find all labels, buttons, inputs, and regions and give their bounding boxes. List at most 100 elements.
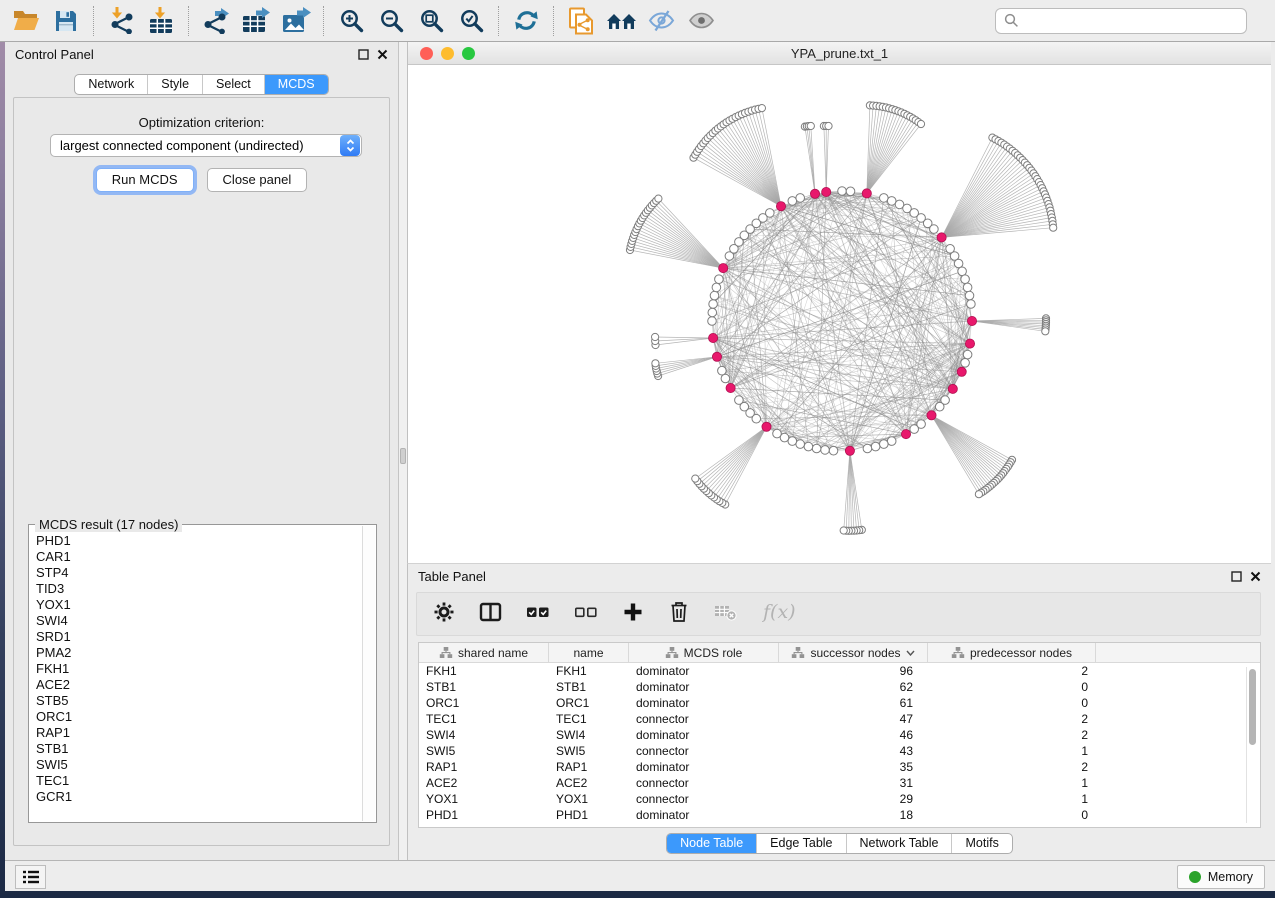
tab-network-table[interactable]: Network Table bbox=[846, 834, 952, 853]
mcds-result-item[interactable]: ACE2 bbox=[30, 677, 361, 693]
show-columns-button[interactable] bbox=[479, 601, 502, 628]
table-scrollbar[interactable] bbox=[1246, 667, 1257, 823]
minimize-window-icon[interactable] bbox=[441, 47, 454, 60]
dominator-node[interactable] bbox=[957, 367, 966, 376]
dominator-node[interactable] bbox=[712, 352, 721, 361]
mcds-result-item[interactable]: YOX1 bbox=[30, 597, 361, 613]
run-mcds-button[interactable]: Run MCDS bbox=[96, 168, 194, 192]
dominator-node[interactable] bbox=[927, 411, 936, 420]
refresh-button[interactable] bbox=[506, 3, 546, 39]
clone-network-button[interactable] bbox=[561, 3, 601, 39]
column-header-name[interactable]: name bbox=[549, 643, 629, 662]
dominator-node[interactable] bbox=[901, 430, 910, 439]
dominator-node[interactable] bbox=[810, 189, 819, 198]
float-panel-icon[interactable] bbox=[1231, 571, 1242, 582]
dominator-node[interactable] bbox=[845, 446, 854, 455]
memory-button[interactable]: Memory bbox=[1177, 865, 1265, 889]
splitter-handle[interactable] bbox=[400, 448, 406, 464]
dominator-node[interactable] bbox=[776, 202, 785, 211]
export-network-button[interactable] bbox=[196, 3, 236, 39]
table-row[interactable]: YOX1YOX1connector291 bbox=[419, 791, 1260, 807]
close-panel-button[interactable]: Close panel bbox=[207, 168, 308, 192]
vertical-splitter[interactable] bbox=[399, 42, 407, 860]
table-row[interactable]: FKH1FKH1dominator962 bbox=[419, 663, 1260, 679]
table-row[interactable]: SWI5SWI5connector431 bbox=[419, 743, 1260, 759]
first-neighbors-button[interactable] bbox=[601, 3, 641, 39]
tab-select[interactable]: Select bbox=[202, 75, 264, 94]
tab-edge-table[interactable]: Edge Table bbox=[756, 834, 845, 853]
dominator-node[interactable] bbox=[948, 384, 957, 393]
task-history-button[interactable] bbox=[15, 865, 46, 889]
tab-node-table[interactable]: Node Table bbox=[667, 834, 756, 853]
mcds-result-item[interactable]: ORC1 bbox=[30, 709, 361, 725]
close-panel-icon[interactable] bbox=[1250, 571, 1261, 582]
column-header-predecessor-nodes[interactable]: predecessor nodes bbox=[928, 643, 1096, 662]
mcds-result-item[interactable]: GCR1 bbox=[30, 789, 361, 805]
zoom-selected-button[interactable] bbox=[451, 3, 491, 39]
import-table-button[interactable] bbox=[141, 3, 181, 39]
mcds-result-item[interactable]: SRD1 bbox=[30, 629, 361, 645]
mcds-result-item[interactable]: SWI4 bbox=[30, 613, 361, 629]
mcds-result-item[interactable]: SWI5 bbox=[30, 757, 361, 773]
dominator-node[interactable] bbox=[937, 233, 946, 242]
dominator-node[interactable] bbox=[822, 187, 831, 196]
tab-mcds[interactable]: MCDS bbox=[264, 75, 328, 94]
select-all-rows-button[interactable] bbox=[526, 601, 550, 628]
table-row[interactable]: RAP1RAP1dominator352 bbox=[419, 759, 1260, 775]
mcds-result-item[interactable]: PHD1 bbox=[30, 533, 361, 549]
table-row[interactable]: STB1STB1dominator620 bbox=[419, 679, 1260, 695]
zoom-fit-button[interactable] bbox=[411, 3, 451, 39]
mcds-result-item[interactable]: STB1 bbox=[30, 741, 361, 757]
delete-column-button[interactable] bbox=[668, 600, 690, 628]
dominator-node[interactable] bbox=[862, 189, 871, 198]
table-row[interactable]: SWI4SWI4dominator462 bbox=[419, 727, 1260, 743]
table-row[interactable]: ACE2ACE2connector311 bbox=[419, 775, 1260, 791]
column-header-shared-name[interactable]: shared name bbox=[419, 643, 549, 662]
deselect-all-rows-button[interactable] bbox=[574, 601, 598, 628]
mcds-result-item[interactable]: PMA2 bbox=[30, 645, 361, 661]
create-column-button[interactable] bbox=[622, 601, 644, 628]
mcds-result-item[interactable]: STB5 bbox=[30, 693, 361, 709]
dominator-node[interactable] bbox=[719, 264, 728, 273]
mcds-result-item[interactable]: TEC1 bbox=[30, 773, 361, 789]
column-header-successor-nodes[interactable]: successor nodes bbox=[779, 643, 928, 662]
export-table-button[interactable] bbox=[236, 3, 276, 39]
zoom-in-button[interactable] bbox=[331, 3, 371, 39]
show-all-button[interactable] bbox=[681, 3, 721, 39]
import-network-button[interactable] bbox=[101, 3, 141, 39]
float-panel-icon[interactable] bbox=[358, 49, 369, 60]
tab-motifs[interactable]: Motifs bbox=[951, 834, 1011, 853]
mcds-result-item[interactable]: FKH1 bbox=[30, 661, 361, 677]
dominator-node[interactable] bbox=[709, 333, 718, 342]
mcds-result-item[interactable]: STP4 bbox=[30, 565, 361, 581]
dominator-node[interactable] bbox=[967, 316, 976, 325]
network-canvas[interactable] bbox=[408, 65, 1272, 563]
column-header-MCDS-role[interactable]: MCDS role bbox=[629, 643, 779, 662]
tab-network[interactable]: Network bbox=[75, 75, 147, 94]
optimization-criterion-select[interactable]: largest connected component (undirected) bbox=[50, 134, 362, 157]
dominator-node[interactable] bbox=[762, 422, 771, 431]
dominator-node[interactable] bbox=[726, 383, 735, 392]
table-scrollbar-thumb[interactable] bbox=[1249, 669, 1256, 745]
zoom-out-button[interactable] bbox=[371, 3, 411, 39]
maximize-window-icon[interactable] bbox=[462, 47, 475, 60]
dominator-node[interactable] bbox=[965, 339, 974, 348]
mcds-result-item[interactable]: TID3 bbox=[30, 581, 361, 597]
open-file-button[interactable] bbox=[6, 3, 46, 39]
hide-selected-button[interactable] bbox=[641, 3, 681, 39]
table-row[interactable]: TEC1TEC1connector472 bbox=[419, 711, 1260, 727]
export-image-button[interactable] bbox=[276, 3, 316, 39]
search-input[interactable] bbox=[1025, 13, 1238, 28]
mcds-result-scrollbar[interactable] bbox=[362, 526, 375, 821]
tab-style[interactable]: Style bbox=[147, 75, 202, 94]
close-window-icon[interactable] bbox=[420, 47, 433, 60]
save-session-button[interactable] bbox=[46, 3, 86, 39]
import-network-icon bbox=[108, 7, 135, 34]
close-panel-icon[interactable] bbox=[377, 49, 388, 60]
table-row[interactable]: ORC1ORC1dominator610 bbox=[419, 695, 1260, 711]
mcds-result-item[interactable]: RAP1 bbox=[30, 725, 361, 741]
table-settings-button[interactable] bbox=[433, 601, 455, 628]
table-row[interactable]: PHD1PHD1dominator180 bbox=[419, 807, 1260, 823]
mcds-result-item[interactable]: CAR1 bbox=[30, 549, 361, 565]
table-cell: SWI5 bbox=[549, 743, 629, 759]
